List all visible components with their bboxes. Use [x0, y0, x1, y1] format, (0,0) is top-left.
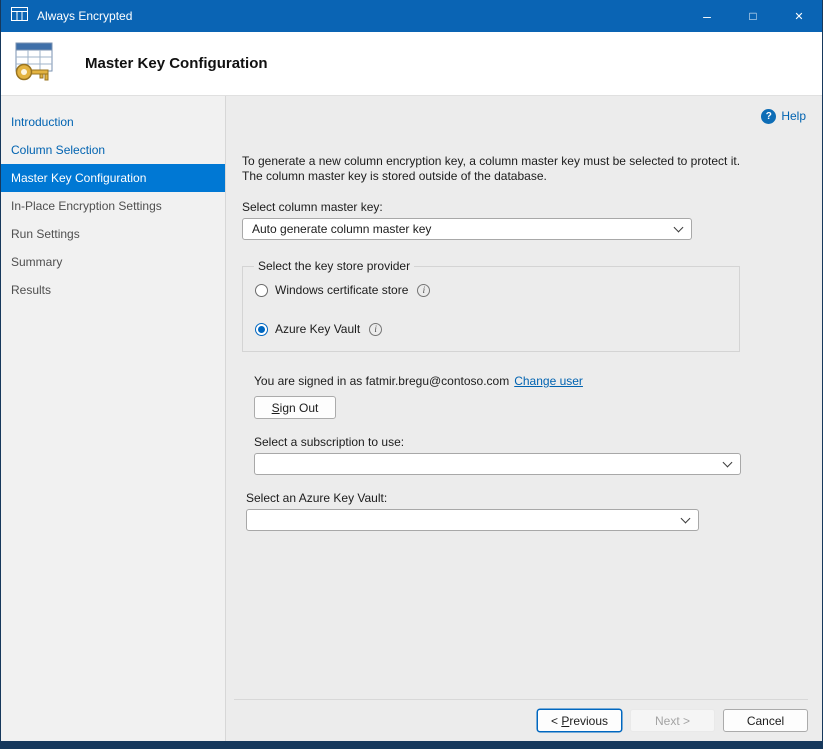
radio-selected-icon[interactable]: [255, 323, 268, 336]
sidebar-item-introduction[interactable]: Introduction: [1, 108, 225, 136]
sign-out-button[interactable]: Sign Out: [254, 396, 336, 419]
key-store-provider-group: Select the key store provider Windows ce…: [242, 266, 740, 352]
key-vault-section: Select an Azure Key Vault:: [246, 491, 806, 531]
maximize-button[interactable]: □: [730, 0, 776, 32]
subscription-select[interactable]: [254, 453, 741, 475]
sidebar-item-summary[interactable]: Summary: [1, 248, 225, 276]
previous-button[interactable]: < Previous: [537, 709, 622, 732]
signed-in-text: You are signed in as fatmir.bregu@contos…: [254, 374, 509, 388]
minimize-icon: –: [703, 8, 711, 24]
window-bottom-border: [1, 741, 822, 749]
sidebar-item-master-key-configuration[interactable]: Master Key Configuration: [1, 164, 225, 192]
chevron-down-icon: [674, 222, 684, 232]
chevron-down-icon: [723, 457, 733, 467]
wizard-body: Introduction Column Selection Master Key…: [1, 96, 822, 741]
radio-azure-key-vault-label: Azure Key Vault: [275, 322, 360, 336]
help-row: Help: [242, 108, 806, 124]
azure-sign-in-section: You are signed in as fatmir.bregu@contos…: [254, 374, 806, 475]
next-button[interactable]: Next >: [630, 709, 715, 732]
radio-unselected-icon[interactable]: [255, 284, 268, 297]
chevron-down-icon: [681, 513, 691, 523]
column-master-key-select[interactable]: Auto generate column master key: [242, 218, 692, 240]
column-master-key-label: Select column master key:: [242, 200, 806, 214]
sidebar-item-results[interactable]: Results: [1, 276, 225, 304]
always-encrypted-wizard-window: Always Encrypted – □ ✕: [0, 0, 823, 749]
info-icon[interactable]: [369, 323, 382, 336]
title-bar: Always Encrypted – □ ✕: [1, 0, 822, 32]
minimize-button[interactable]: –: [684, 0, 730, 32]
radio-azure-key-vault[interactable]: Azure Key Vault: [255, 322, 739, 336]
radio-windows-certificate-store-label: Windows certificate store: [275, 283, 408, 297]
wizard-steps-sidebar: Introduction Column Selection Master Key…: [1, 96, 226, 741]
table-key-icon: [11, 40, 57, 87]
key-store-provider-group-label: Select the key store provider: [254, 259, 414, 273]
window-title: Always Encrypted: [37, 9, 132, 23]
app-icon: [11, 7, 28, 26]
help-link[interactable]: Help: [781, 109, 806, 123]
info-icon[interactable]: [417, 284, 430, 297]
help-icon[interactable]: [761, 109, 776, 124]
window-controls: – □ ✕: [684, 0, 822, 32]
wizard-header: Master Key Configuration: [1, 32, 822, 96]
signed-in-row: You are signed in as fatmir.bregu@contos…: [254, 374, 806, 388]
radio-windows-certificate-store[interactable]: Windows certificate store: [255, 283, 739, 297]
intro-text: To generate a new column encryption key,…: [242, 154, 754, 184]
key-vault-label: Select an Azure Key Vault:: [246, 491, 806, 505]
cancel-button[interactable]: Cancel: [723, 709, 808, 732]
sidebar-item-in-place-encryption[interactable]: In-Place Encryption Settings: [1, 192, 225, 220]
close-button[interactable]: ✕: [776, 0, 822, 32]
key-vault-select[interactable]: [246, 509, 699, 531]
sidebar-item-column-selection[interactable]: Column Selection: [1, 136, 225, 164]
change-user-link[interactable]: Change user: [514, 374, 583, 388]
main-content: Help To generate a new column encryption…: [226, 96, 822, 741]
subscription-label: Select a subscription to use:: [254, 435, 806, 449]
close-icon: ✕: [794, 10, 803, 23]
wizard-footer: < Previous Next > Cancel: [234, 699, 808, 741]
page-title: Master Key Configuration: [85, 55, 268, 72]
maximize-icon: □: [749, 9, 756, 23]
column-master-key-value: Auto generate column master key: [252, 222, 431, 236]
sidebar-item-run-settings[interactable]: Run Settings: [1, 220, 225, 248]
